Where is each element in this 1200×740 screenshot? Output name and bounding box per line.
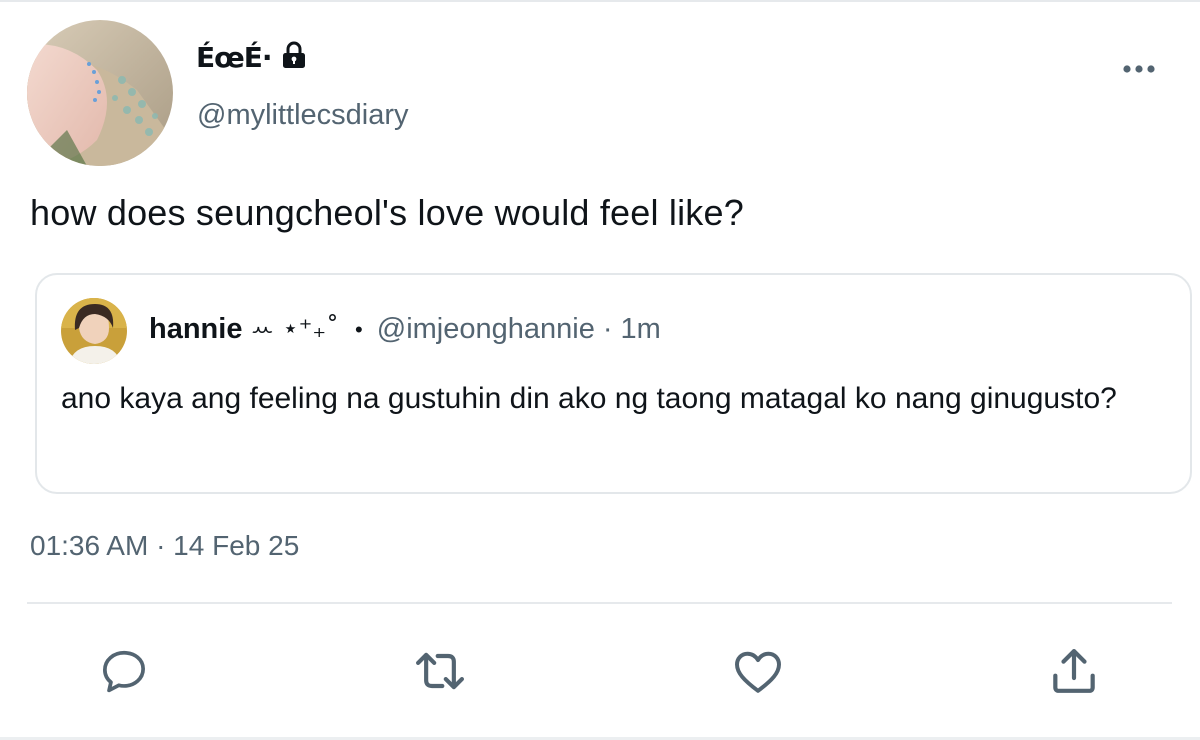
tweet-timestamp[interactable]: 01:36 AM · 14 Feb 25 — [30, 530, 299, 562]
quoted-author-avatar[interactable] — [61, 298, 127, 364]
retweet-button[interactable] — [410, 641, 470, 701]
retweet-icon — [416, 652, 464, 690]
actions-divider — [27, 602, 1172, 604]
author-avatar[interactable] — [27, 20, 173, 166]
quoted-separator: · — [602, 313, 613, 345]
quoted-name-decoration: ꕀ ⋆⁺₊˚ — [250, 314, 340, 344]
quoted-tweet-header: hannie ꕀ ⋆⁺₊˚ • @imjeonghannie · 1m — [149, 313, 661, 346]
quoted-avatar-image — [61, 298, 127, 364]
reply-button[interactable] — [94, 641, 154, 701]
like-button[interactable] — [728, 641, 788, 701]
lock-icon — [282, 41, 306, 74]
more-dots-icon — [1123, 65, 1155, 73]
more-options-button[interactable] — [1117, 56, 1161, 82]
quoted-timestamp[interactable]: 1m — [621, 313, 661, 346]
reply-icon — [103, 650, 145, 693]
quoted-author-handle[interactable]: @imjeonghannie — [377, 313, 595, 346]
tweet-text: how does seungcheol's love would feel li… — [30, 192, 744, 233]
display-name-text: ÉœÉ· — [196, 40, 273, 74]
author-display-name[interactable]: ÉœÉ· — [196, 40, 306, 74]
quoted-tweet-card[interactable]: hannie ꕀ ⋆⁺₊˚ • @imjeonghannie · 1m ano … — [35, 273, 1192, 494]
quoted-author-name[interactable]: hannie — [149, 313, 242, 346]
share-button[interactable] — [1044, 641, 1104, 701]
heart-icon — [735, 651, 781, 693]
quoted-bullet: • — [355, 316, 363, 342]
quoted-tweet-text: ano kaya ang feeling na gustuhin din ako… — [61, 382, 1117, 415]
top-divider — [0, 0, 1200, 2]
author-handle[interactable]: @mylittlecsdiary — [197, 99, 409, 132]
avatar-image — [27, 20, 173, 166]
share-icon — [1053, 649, 1095, 693]
